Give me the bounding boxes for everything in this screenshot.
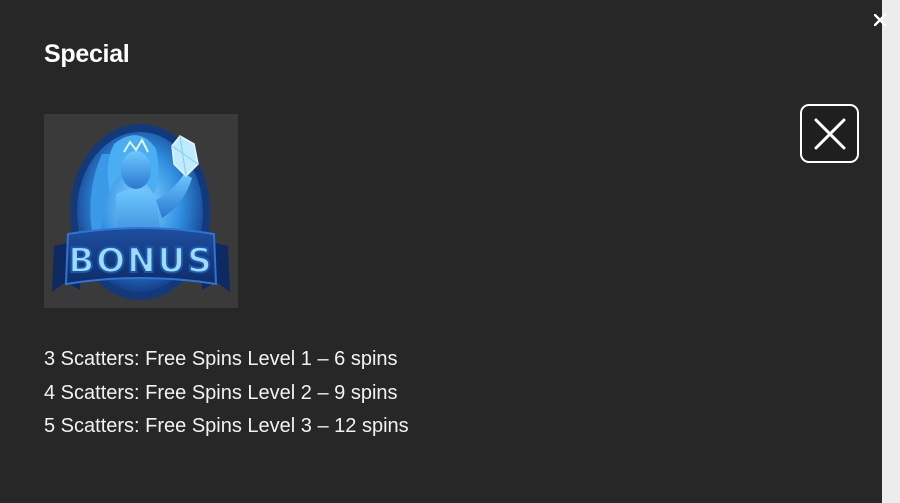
rule-line: 4 Scatters: Free Spins Level 2 – 9 spins [44, 381, 398, 404]
bonus-symbol-icon: BONUS [52, 124, 230, 300]
bonus-symbol-tile: BONUS [44, 114, 238, 308]
scrollbar[interactable] [882, 0, 900, 503]
close-button[interactable] [800, 104, 859, 163]
window-close-button[interactable] [870, 8, 890, 32]
rule-line: 3 Scatters: Free Spins Level 1 – 6 spins [44, 348, 398, 370]
rule-line: 5 Scatters: Free Spins Level 3 – 12 spin… [44, 415, 409, 437]
close-icon [874, 14, 886, 26]
svg-text:BONUS: BONUS [68, 241, 213, 281]
scatter-rules-list: 3 Scatters: Free Spins Level 1 – 6 spins… [44, 343, 409, 444]
paytable-panel: Special BONUS 3 Scatters: Free Spins Lev… [0, 0, 882, 503]
close-icon [814, 118, 845, 149]
page-title: Special [44, 40, 130, 68]
